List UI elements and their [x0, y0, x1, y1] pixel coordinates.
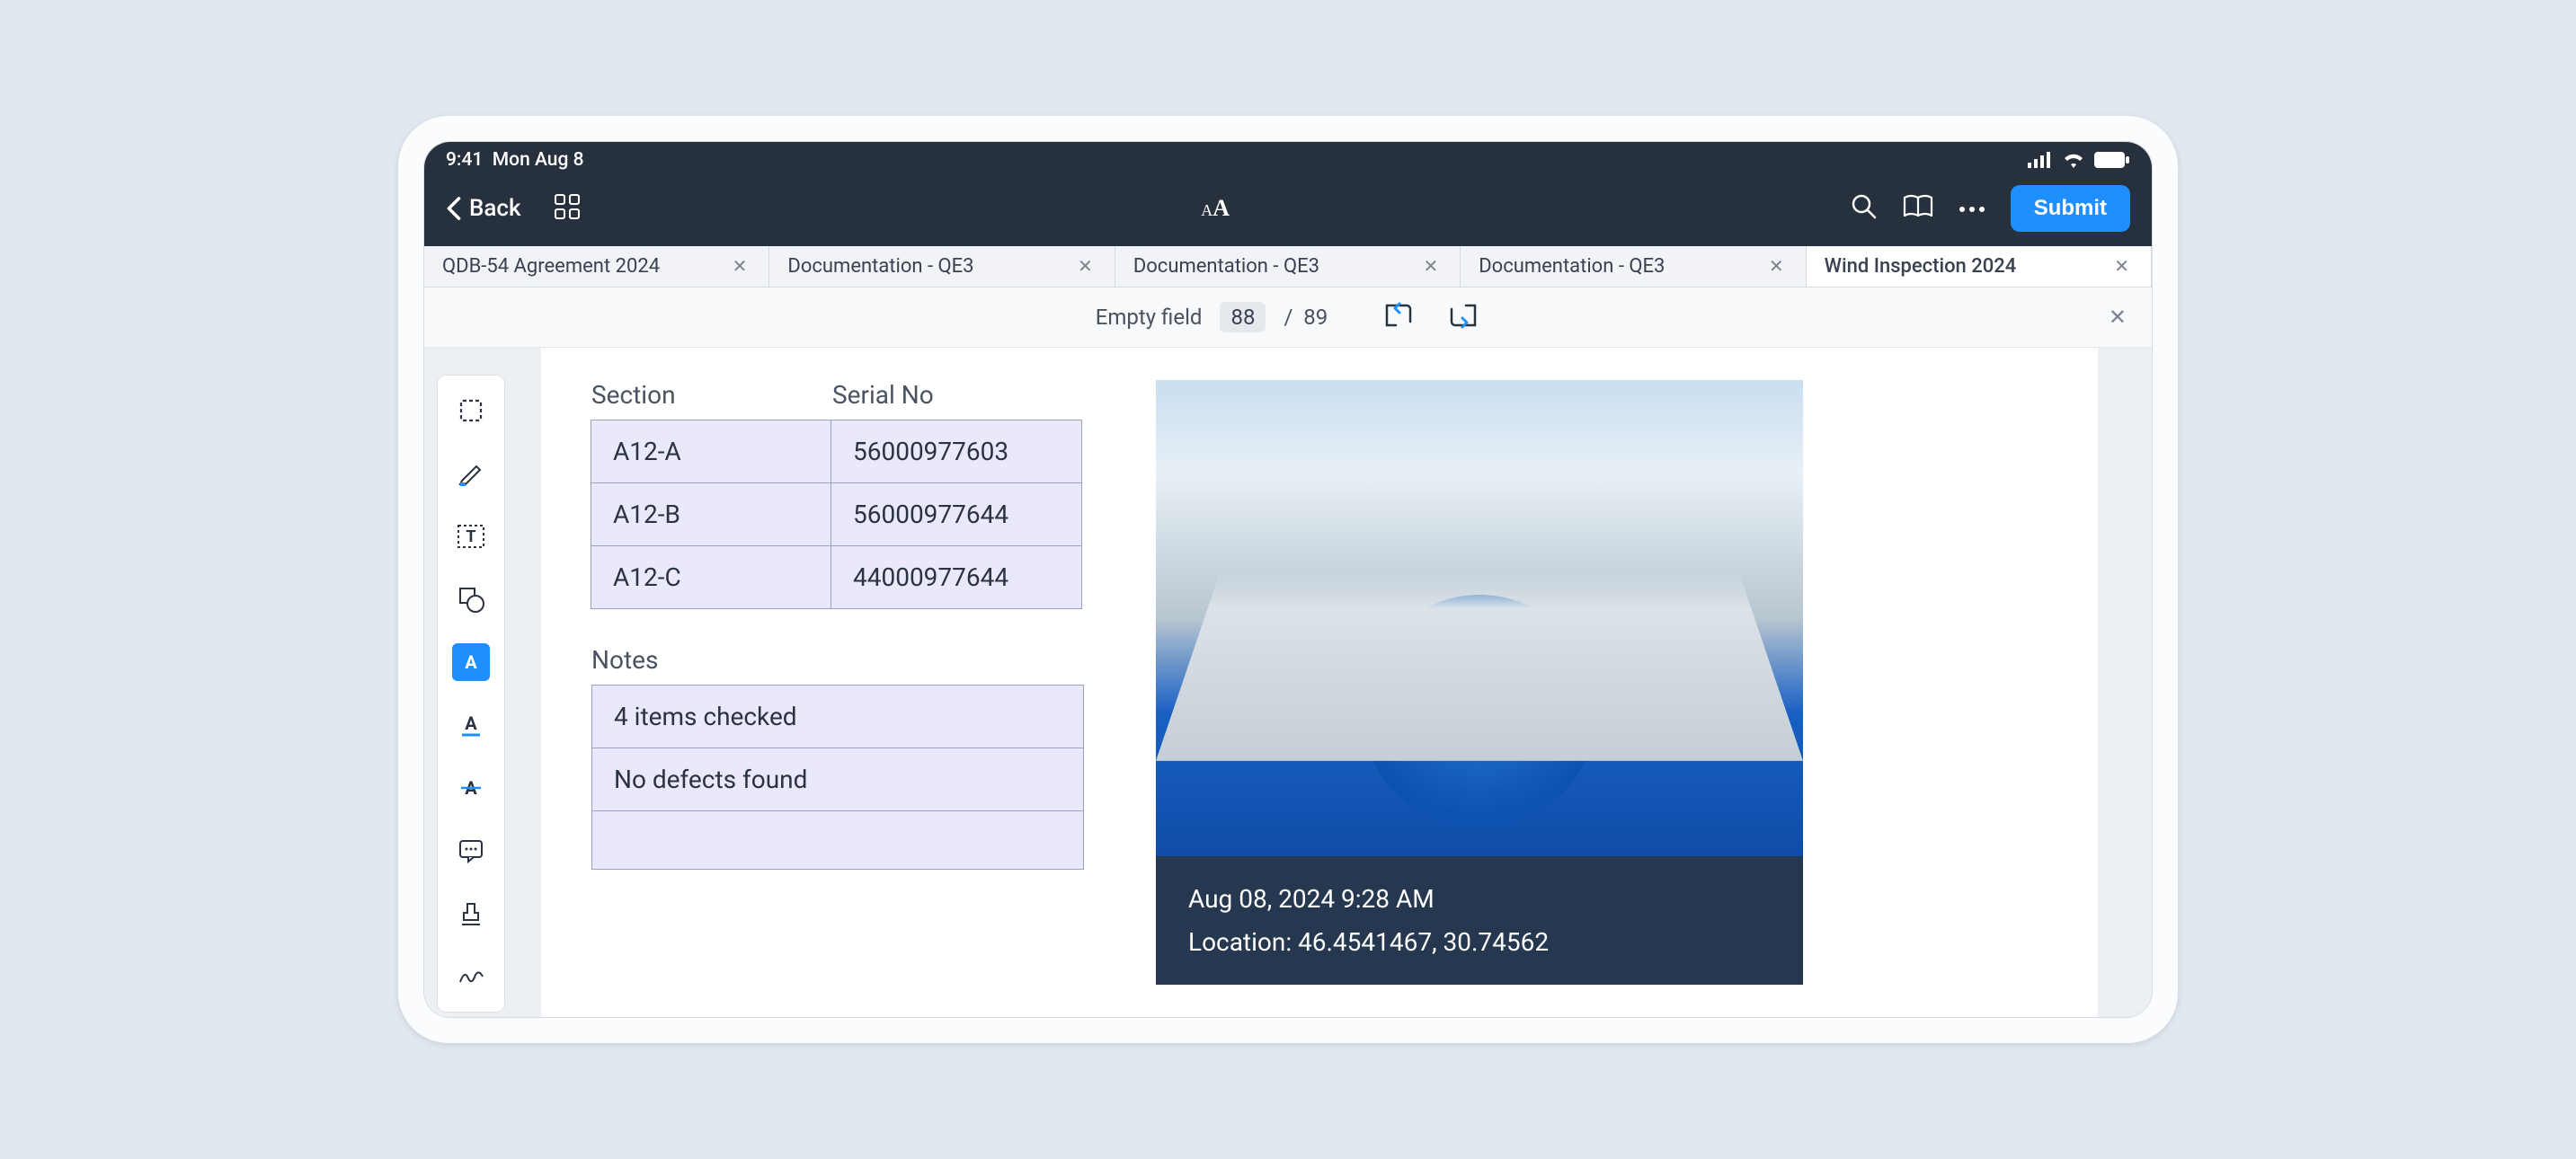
comment-tool-icon[interactable] [452, 832, 490, 870]
th-serial: Serial No [832, 380, 1084, 410]
photo-caption: Aug 08, 2024 9:28 AM Location: 46.454146… [1156, 856, 1803, 985]
close-icon[interactable]: ✕ [729, 255, 751, 277]
status-date: Mon Aug 8 [493, 149, 584, 171]
book-icon[interactable] [1903, 194, 1933, 223]
underline-tool-icon[interactable]: A [452, 706, 490, 744]
close-icon[interactable]: ✕ [2110, 255, 2133, 277]
section-cell[interactable]: A12-B [591, 482, 831, 546]
notes-box: 4 items checkedNo defects found [591, 685, 1084, 870]
tab-2[interactable]: Documentation - QE3 ✕ [1115, 246, 1461, 287]
tab-label: Documentation - QE3 [787, 255, 973, 278]
tab-4[interactable]: Wind Inspection 2024 ✕ [1807, 246, 2152, 287]
serial-cell[interactable]: 56000977644 [831, 482, 1082, 546]
svg-text:A: A [465, 712, 477, 734]
stamp-tool-icon[interactable] [452, 895, 490, 933]
close-fieldnav-icon[interactable]: ✕ [2109, 305, 2127, 330]
tab-label: Documentation - QE3 [1479, 255, 1665, 278]
data-table: A12-A56000977603A12-B56000977644A12-C440… [591, 420, 1084, 609]
close-icon[interactable]: ✕ [1765, 255, 1788, 277]
photo-card: Aug 08, 2024 9:28 AM Location: 46.454146… [1156, 380, 1803, 985]
status-time: 9:41 [446, 149, 483, 171]
inspection-photo[interactable] [1156, 380, 1803, 856]
svg-text:T: T [466, 527, 475, 546]
photo-location: Location: 46.4541467, 30.74562 [1188, 921, 1771, 964]
serial-cell[interactable]: 44000977644 [831, 545, 1082, 609]
table-row: A12-A56000977603 [591, 420, 1084, 483]
text-size-icon[interactable]: AA [1201, 195, 1230, 222]
search-icon[interactable] [1851, 193, 1878, 224]
highlight-a-tool-icon[interactable]: A [452, 643, 490, 681]
top-nav: Back AA Submit [424, 176, 2152, 246]
shape-tool-icon[interactable] [452, 580, 490, 618]
section-cell[interactable]: A12-A [591, 420, 831, 483]
tab-1[interactable]: Documentation - QE3 ✕ [769, 246, 1115, 287]
tab-3[interactable]: Documentation - QE3 ✕ [1461, 246, 1806, 287]
prev-field-icon[interactable] [1381, 300, 1417, 334]
submit-button[interactable]: Submit [2011, 185, 2130, 232]
field-nav-label: Empty field [1096, 305, 1203, 330]
field-nav-bar: Empty field 88 / 89 ✕ [424, 288, 2152, 348]
cellular-signal-icon [2028, 152, 2053, 168]
strikethrough-tool-icon[interactable]: A [452, 769, 490, 807]
close-icon[interactable]: ✕ [1419, 255, 1442, 277]
note-row[interactable] [591, 810, 1084, 870]
field-nav-total: / 89 [1284, 305, 1328, 330]
highlighter-tool-icon[interactable] [452, 455, 490, 492]
wifi-icon [2062, 152, 2085, 168]
section-cell[interactable]: A12-C [591, 545, 831, 609]
next-field-icon[interactable] [1444, 300, 1480, 334]
signature-tool-icon[interactable] [452, 958, 490, 995]
select-tool-icon[interactable] [452, 392, 490, 429]
back-label: Back [469, 195, 521, 222]
notes-header: Notes [591, 645, 1084, 675]
tab-label: Documentation - QE3 [1133, 255, 1319, 278]
serial-cell[interactable]: 56000977603 [831, 420, 1082, 483]
close-icon[interactable]: ✕ [1074, 255, 1097, 277]
table-row: A12-B56000977644 [591, 483, 1084, 546]
th-section: Section [591, 380, 832, 410]
note-row[interactable]: No defects found [591, 748, 1084, 811]
tab-label: QDB-54 Agreement 2024 [442, 255, 660, 278]
more-icon[interactable] [1959, 199, 1985, 217]
grid-view-icon[interactable] [554, 193, 581, 224]
field-nav-current: 88 [1220, 302, 1266, 332]
tab-label: Wind Inspection 2024 [1825, 255, 2017, 278]
back-button[interactable]: Back [446, 195, 521, 222]
table-row: A12-C44000977644 [591, 546, 1084, 609]
note-row[interactable]: 4 items checked [591, 685, 1084, 748]
tabs-bar: QDB-54 Agreement 2024✕Documentation - QE… [424, 246, 2152, 288]
annotation-toolbar: T A A A [437, 375, 505, 1013]
battery-icon [2094, 152, 2130, 168]
tab-0[interactable]: QDB-54 Agreement 2024 ✕ [424, 246, 769, 287]
svg-text:A: A [465, 651, 477, 673]
photo-timestamp: Aug 08, 2024 9:28 AM [1188, 878, 1771, 921]
text-box-tool-icon[interactable]: T [452, 518, 490, 555]
document-page: Section Serial No A12-A56000977603A12-B5… [541, 348, 2098, 1017]
status-bar: 9:41 Mon Aug 8 [424, 142, 2152, 176]
